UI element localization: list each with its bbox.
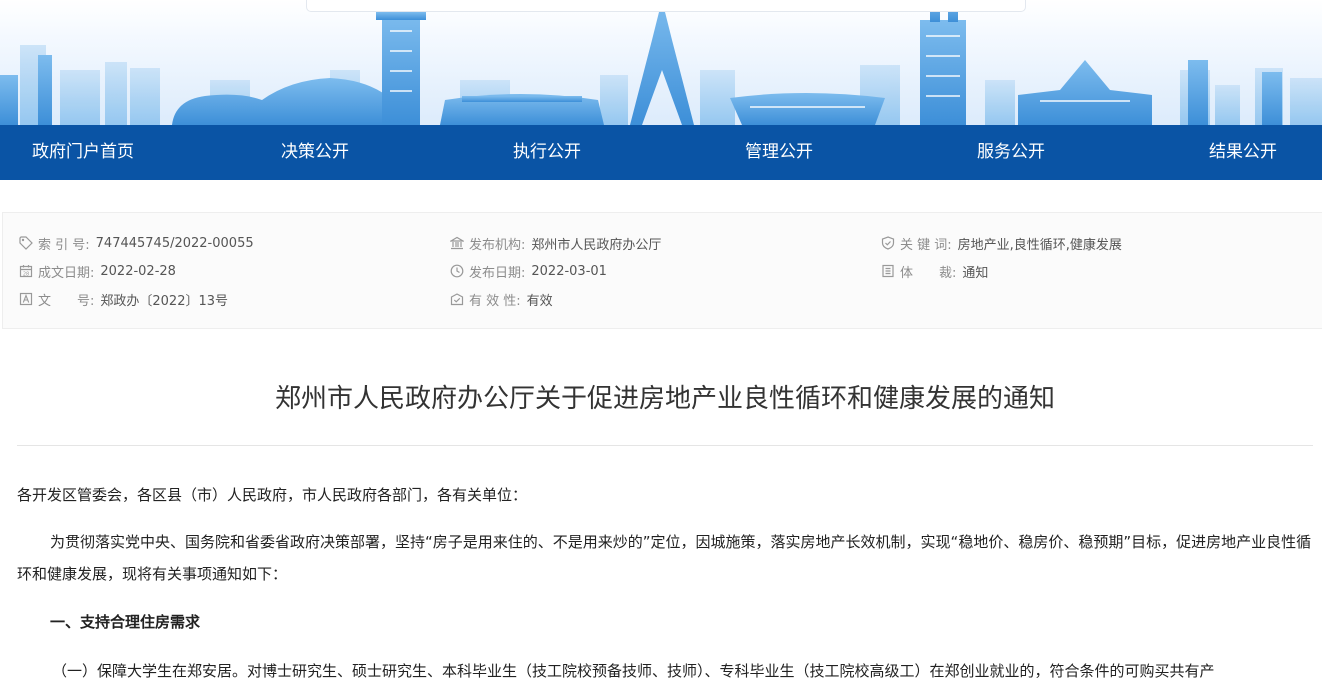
meta-written-value: 2022-02-28 bbox=[100, 263, 176, 279]
letter-a-icon bbox=[19, 292, 33, 306]
meta-keywords: 关 键 词: 房地产业,良性循环,健康发展 bbox=[881, 233, 1122, 253]
meta-validity: 有 效 性: 有效 bbox=[450, 289, 553, 309]
document-list-icon bbox=[882, 264, 894, 278]
document-title: 郑州市人民政府办公厅关于促进房地产业良性循环和健康发展的通知 bbox=[274, 384, 1055, 414]
meta-index-value: 747445745/2022-00055 bbox=[95, 235, 254, 251]
nav-item-service[interactable]: 服务公开 bbox=[977, 125, 1045, 180]
calendar-icon: 28 bbox=[19, 265, 33, 277]
meta-publisher-value: 郑州市人民政府办公厅 bbox=[531, 237, 662, 253]
title-divider bbox=[17, 445, 1313, 446]
nav-item-portal-home[interactable]: 政府门户首页 bbox=[32, 125, 134, 180]
meta-written-label: 成文日期: bbox=[38, 265, 95, 281]
document-metadata-panel: 索 引 号: 747445745/2022-00055 发布机构: 郑州市人民政… bbox=[2, 212, 1322, 329]
meta-genre-label: 体 裁: bbox=[900, 265, 957, 281]
checked-envelope-icon bbox=[450, 293, 464, 306]
document-intro-paragraph: 为贯彻落实党中央、国务院和省委省政府决策部署，坚持“房子是用来住的、不是用来炒的… bbox=[17, 533, 1312, 583]
meta-published-label: 发布日期: bbox=[469, 265, 526, 281]
shield-check-icon bbox=[881, 236, 895, 250]
clock-icon bbox=[450, 264, 464, 278]
main-navigation: 政府门户首页 决策公开 执行公开 管理公开 服务公开 结果公开 bbox=[0, 125, 1322, 180]
meta-published-date: 发布日期: 2022-03-01 bbox=[450, 261, 607, 281]
section-heading-1: 一、支持合理住房需求 bbox=[50, 613, 201, 631]
meta-written-date: 28 成文日期: 2022-02-28 bbox=[19, 261, 176, 281]
meta-index-label: 索 引 号: bbox=[38, 237, 90, 253]
meta-published-value: 2022-03-01 bbox=[531, 263, 607, 279]
meta-document-number: 文 号: 郑政办〔2022〕13号 bbox=[19, 289, 228, 309]
document-salutation: 各开发区管委会，各区县（市）人民政府，市人民政府各部门，各有关单位： bbox=[17, 486, 528, 504]
nav-item-management[interactable]: 管理公开 bbox=[745, 125, 813, 180]
meta-publisher: 发布机构: 郑州市人民政府办公厅 bbox=[450, 233, 661, 253]
meta-genre: 体 裁: 通知 bbox=[881, 261, 988, 281]
section-item-1: （一）保障大学生在郑安居。对博士研究生、硕士研究生、本科毕业生（技工院校预备技师… bbox=[52, 662, 1215, 680]
svg-text:28: 28 bbox=[23, 271, 29, 277]
meta-docno-label: 文 号: bbox=[38, 293, 95, 309]
institution-icon bbox=[450, 236, 464, 250]
skyline-illustration bbox=[0, 0, 1322, 125]
meta-keywords-value: 房地产业,良性循环,健康发展 bbox=[957, 237, 1122, 253]
meta-index: 索 引 号: 747445745/2022-00055 bbox=[19, 233, 254, 253]
meta-keywords-label: 关 键 词: bbox=[900, 237, 952, 253]
search-box[interactable] bbox=[306, 0, 1026, 12]
meta-docno-value: 郑政办〔2022〕13号 bbox=[100, 293, 229, 309]
city-skyline-banner bbox=[0, 0, 1322, 125]
tag-icon bbox=[19, 236, 33, 250]
meta-publisher-label: 发布机构: bbox=[469, 237, 526, 253]
meta-genre-value: 通知 bbox=[962, 265, 989, 281]
nav-item-decision[interactable]: 决策公开 bbox=[281, 125, 349, 180]
nav-item-results[interactable]: 结果公开 bbox=[1209, 125, 1277, 180]
meta-validity-label: 有 效 性: bbox=[469, 293, 521, 309]
nav-item-execution[interactable]: 执行公开 bbox=[513, 125, 581, 180]
meta-validity-value: 有效 bbox=[526, 293, 553, 309]
